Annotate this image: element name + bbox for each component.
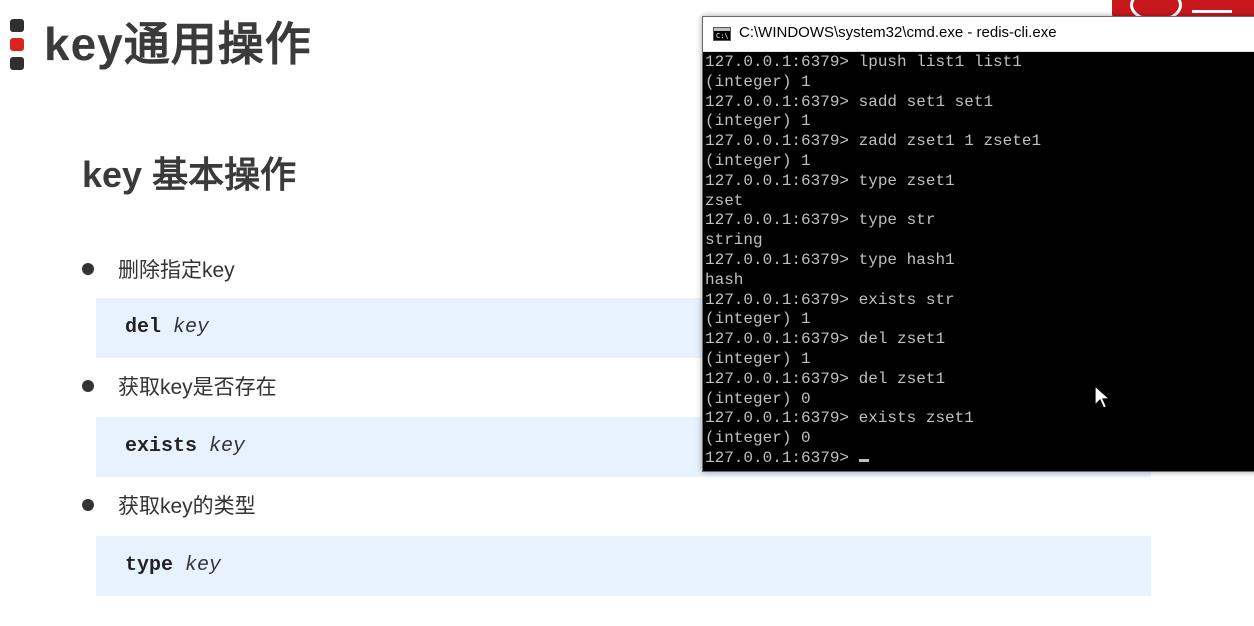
terminal-line: 127.0.0.1:6379> sadd set1 set1 [705,92,994,111]
terminal-line: 127.0.0.1:6379> del zset1 [705,369,946,388]
bullet-label: 获取key的类型 [118,495,256,518]
terminal-titlebar[interactable]: C:\ C:\WINDOWS\system32\cmd.exe - redis-… [703,17,1254,52]
terminal-window[interactable]: C:\ C:\WINDOWS\system32\cmd.exe - redis-… [702,16,1254,472]
terminal-line: 127.0.0.1:6379> exists str [705,290,955,309]
bullet-label: 获取key是否存在 [118,376,277,399]
slide-title: key通用操作 [44,18,312,70]
marker-block-2 [10,38,24,51]
code-argument: key [209,435,246,458]
mouse-pointer-icon [1094,385,1112,409]
terminal-line: 127.0.0.1:6379> type zset1 [705,171,955,190]
bullet-item: 获取key是否存在 [82,373,277,403]
code-line: exists key [125,435,245,458]
code-argument: key [185,554,222,577]
terminal-line: 127.0.0.1:6379> zadd zset1 1 zsete1 [705,132,1042,151]
bullet-dot-icon [82,499,94,512]
code-argument: key [173,316,210,339]
terminal-title: C:\WINDOWS\system32\cmd.exe - redis-cli.… [739,24,1057,41]
marker-block-3 [10,57,24,70]
marker-block-1 [10,19,24,32]
section-title: key 基本操作 [82,154,297,195]
terminal-line: 127.0.0.1:6379> lpush list1 list1 [705,53,1022,71]
terminal-line: (integer) 1 [705,72,811,91]
cmd-icon[interactable]: C:\ [713,27,731,41]
terminal-line: 127.0.0.1:6379> type str [705,211,936,230]
terminal-line: (integer) 1 [705,151,811,170]
terminal-line: (integer) 1 [705,112,811,131]
logo-bar-icon [1192,10,1232,13]
code-line: del key [125,316,209,339]
terminal-line: 127.0.0.1:6379> del zset1 [705,330,946,349]
terminal-line: hash [705,270,744,289]
terminal-output[interactable]: 127.0.0.1:6379> lpush list1 list1 (intege… [703,52,1254,469]
text-cursor [858,458,869,462]
code-command: type [125,554,174,577]
terminal-line: 127.0.0.1:6379> type hash1 [705,250,955,269]
terminal-line: zset [705,191,744,210]
code-line: type key [125,554,221,577]
bullet-item: 获取key的类型 [82,492,256,522]
code-command: del [125,316,162,339]
terminal-line: (integer) 1 [705,310,811,329]
terminal-line: string [705,231,763,250]
bullet-item: 删除指定key [82,256,235,286]
terminal-line: (integer) 0 [705,429,811,448]
title-marker [10,19,24,76]
terminal-prompt-line[interactable]: 127.0.0.1:6379> [705,449,1254,469]
bullet-dot-icon [82,380,94,393]
bullet-dot-icon [82,263,94,276]
terminal-line: 127.0.0.1:6379> exists zset1 [705,409,974,428]
terminal-line: (integer) 0 [705,389,811,408]
code-command: exists [125,435,198,458]
bullet-label: 删除指定key [118,259,235,282]
terminal-line: (integer) 1 [705,349,811,368]
terminal-prompt: 127.0.0.1:6379> [705,448,859,467]
code-block: type key [96,536,1151,596]
